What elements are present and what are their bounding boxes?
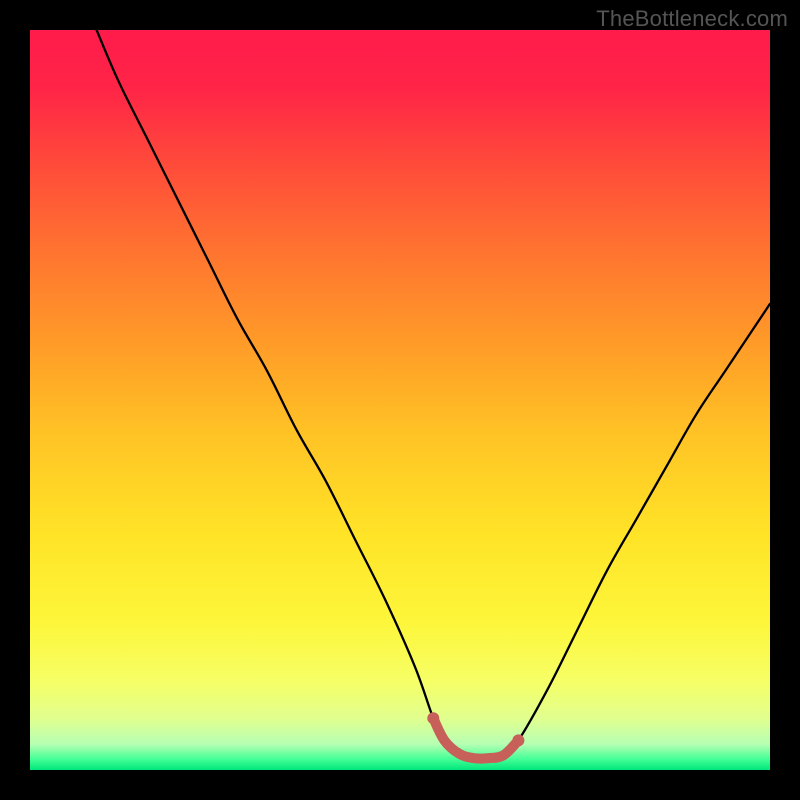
curve-layer (30, 30, 770, 770)
optimal-region-dot-left (427, 712, 439, 724)
optimal-region-marker (433, 718, 518, 758)
watermark-text: TheBottleneck.com (596, 6, 788, 32)
optimal-region-dot-right (512, 734, 524, 746)
plot-area (30, 30, 770, 770)
bottleneck-curve (97, 30, 770, 759)
chart-frame: TheBottleneck.com (0, 0, 800, 800)
